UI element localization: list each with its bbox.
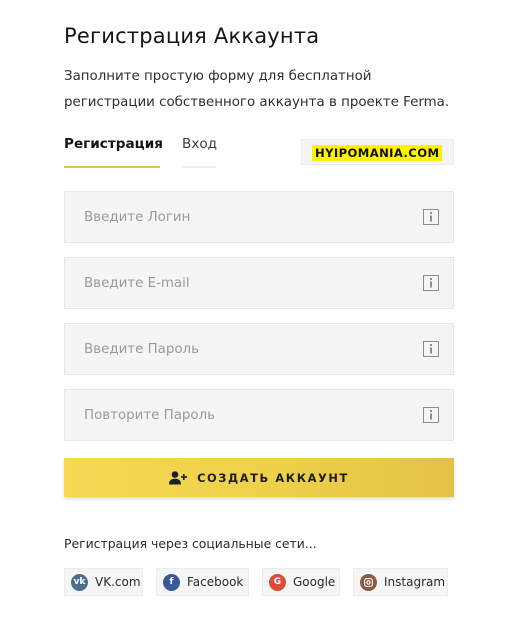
- social-button-facebook[interactable]: f Facebook: [156, 568, 249, 596]
- login-input[interactable]: [65, 192, 414, 242]
- vk-icon: vk: [71, 573, 88, 591]
- social-label-vk: VK.com: [95, 575, 141, 589]
- login-field: [64, 191, 454, 243]
- tab-registration[interactable]: Регистрация: [64, 136, 163, 168]
- info-icon[interactable]: [423, 275, 439, 291]
- password-repeat-field: [64, 389, 454, 441]
- watermark-text: HYIPOMANIA.COM: [312, 145, 443, 161]
- social-caption: Регистрация через социальные сети...: [64, 536, 317, 551]
- auth-tabs: Регистрация Вход HYIPOMANIA.COM: [64, 136, 454, 170]
- email-field: [64, 257, 454, 309]
- email-input[interactable]: [65, 258, 414, 308]
- create-account-button[interactable]: СОЗДАТЬ АККАУНТ: [64, 458, 454, 497]
- social-button-google[interactable]: G Google: [262, 568, 340, 596]
- social-label-facebook: Facebook: [187, 575, 244, 589]
- create-account-label: СОЗДАТЬ АККАУНТ: [197, 470, 349, 485]
- add-user-icon: [169, 470, 188, 485]
- instagram-icon: [360, 573, 377, 591]
- page-title: Регистрация Аккаунта: [64, 24, 320, 48]
- password-repeat-input[interactable]: [65, 390, 414, 440]
- password-field: [64, 323, 454, 375]
- watermark-badge: HYIPOMANIA.COM: [301, 139, 454, 165]
- info-icon[interactable]: [423, 407, 439, 423]
- facebook-icon: f: [163, 573, 180, 591]
- google-icon: G: [269, 573, 286, 591]
- info-icon[interactable]: [423, 341, 439, 357]
- tab-login[interactable]: Вход: [182, 136, 217, 168]
- social-label-instagram: Instagram: [384, 575, 446, 589]
- info-icon[interactable]: [423, 209, 439, 225]
- social-button-vk[interactable]: vk VK.com: [64, 568, 143, 596]
- social-button-instagram[interactable]: Instagram: [353, 568, 448, 596]
- password-input[interactable]: [65, 324, 414, 374]
- social-label-google: Google: [293, 575, 336, 589]
- page-description: Заполните простую форму для бесплатной р…: [64, 69, 450, 110]
